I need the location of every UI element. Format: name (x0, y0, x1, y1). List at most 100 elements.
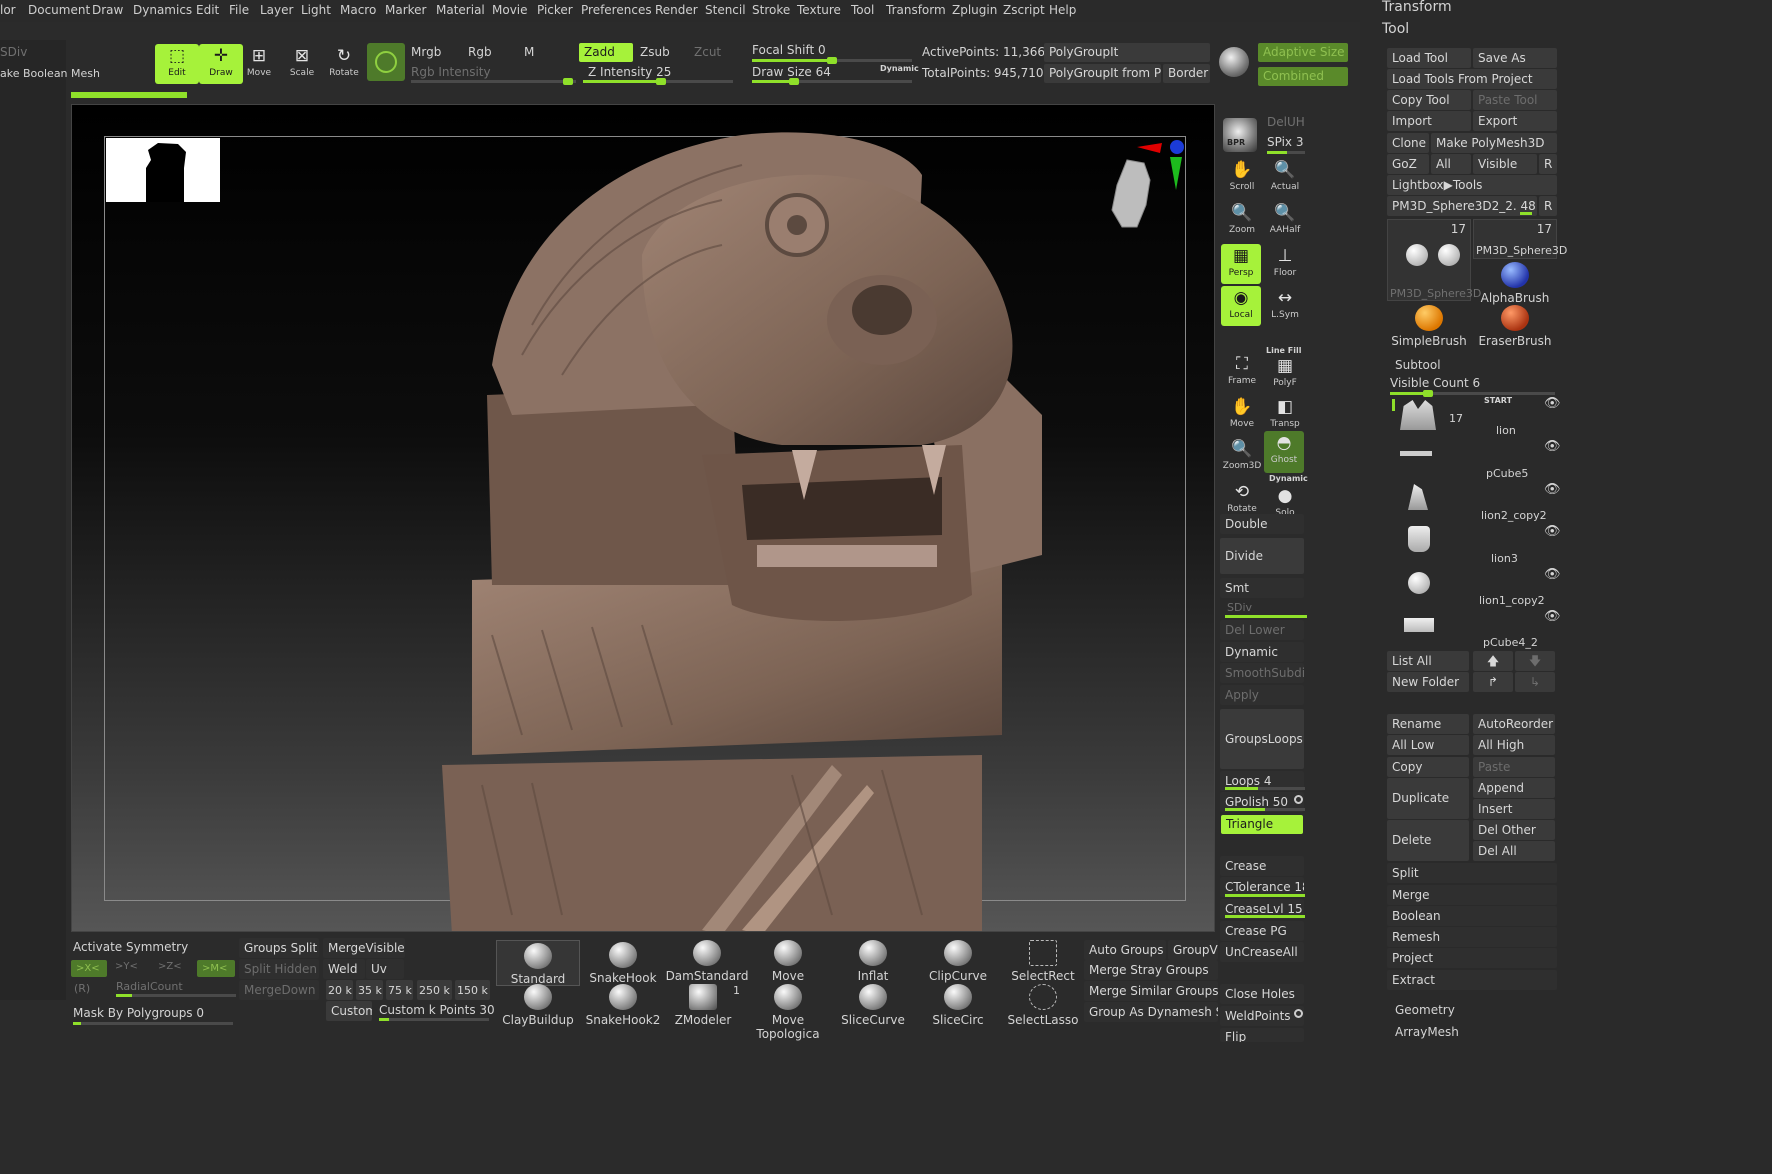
rename-button[interactable]: Rename (1387, 714, 1469, 734)
m-button[interactable]: M (524, 45, 534, 59)
lightbox-tools-button[interactable]: Lightbox▶Tools (1387, 175, 1557, 195)
document-canvas[interactable] (71, 104, 1215, 932)
brush-slicecurve[interactable]: SliceCurve (831, 982, 915, 1028)
menu-item-stroke[interactable]: Stroke (752, 3, 790, 17)
combined-button[interactable]: Combined (1258, 67, 1348, 86)
mask-by-polygroups-slider[interactable] (73, 1022, 233, 1025)
tool-thumb-2[interactable]: 17 PM3D_Sphere3D (1473, 219, 1567, 259)
draw-size-slider[interactable] (752, 78, 912, 85)
subtool-item-pcube4-2[interactable]: pCube4_2 (1483, 636, 1538, 649)
subtool-item-lion3[interactable]: lion3 (1491, 552, 1518, 565)
brush-move[interactable]: Move (746, 938, 830, 984)
focal-shift-slider[interactable] (752, 57, 912, 64)
menu-item-document[interactable]: Document (28, 3, 90, 17)
eye-icon[interactable]: 👁 (1544, 567, 1561, 582)
brush-damstandard[interactable]: DamStandard (665, 938, 749, 984)
lion3-subtool-thumb[interactable] (1408, 526, 1430, 552)
subtool-item-lion1-copy2[interactable]: lion1_copy2 (1479, 594, 1545, 607)
menu-item-edit[interactable]: Edit (196, 3, 219, 17)
triangle-button[interactable]: Triangle (1221, 815, 1303, 834)
decimate-250k-button[interactable]: 250 k (417, 980, 452, 1000)
divide-button[interactable]: Divide (1220, 538, 1304, 574)
export-button[interactable]: Export (1473, 111, 1557, 131)
double-button[interactable]: Double (1220, 514, 1304, 534)
zoom3d-button[interactable]: 🔍 Zoom3D (1220, 437, 1264, 477)
menu-item-draw[interactable]: Draw (92, 3, 123, 17)
symmetry-z-button[interactable]: >Z< (158, 961, 182, 972)
groupsloops-button[interactable]: GroupsLoops (1220, 709, 1304, 769)
sdiv-slider[interactable] (1225, 615, 1307, 618)
arrow-right-icon[interactable]: ↱ (1473, 672, 1513, 692)
menu-item-dynamics[interactable]: Dynamics (133, 3, 192, 17)
floor-button[interactable]: ⊥ Floor (1263, 244, 1307, 284)
lion1-copy2-subtool-thumb[interactable] (1408, 572, 1430, 594)
scroll-button[interactable]: ✋ Scroll (1220, 158, 1264, 198)
crease-pg-button[interactable]: Crease PG (1220, 921, 1304, 941)
eye-icon[interactable]: 👁 (1544, 524, 1561, 539)
new-folder-button[interactable]: New Folder (1387, 672, 1469, 692)
brush-slicecirc[interactable]: SliceCirc (916, 982, 1000, 1028)
merge-section[interactable]: Merge (1387, 885, 1557, 905)
clone-button[interactable]: Clone (1387, 133, 1429, 153)
tool-thumb-1[interactable]: 17 PM3D_Sphere3D (1387, 219, 1481, 301)
brush-move-topological[interactable]: Move Topologica (746, 982, 830, 1041)
polygroupit-from-paint-button[interactable]: PolyGroupIt from Paint (1044, 64, 1161, 83)
delete-button[interactable]: Delete (1387, 820, 1469, 861)
menu-item-stencil[interactable]: Stencil (705, 3, 746, 17)
menu-item-preferences[interactable]: Preferences (581, 3, 652, 17)
menu-item-help[interactable]: Help (1049, 3, 1076, 17)
menu-item-zplugin[interactable]: Zplugin (952, 3, 997, 17)
alphabrush-thumb[interactable]: AlphaBrush (1473, 260, 1557, 306)
current-tool-slider-track[interactable] (1520, 212, 1532, 215)
menu-item-marker[interactable]: Marker (385, 3, 426, 17)
del-lower-button[interactable]: Del Lower (1220, 620, 1304, 640)
eye-icon[interactable]: 👁 (1544, 609, 1561, 624)
geometry-section-title[interactable]: Geometry (1395, 1003, 1455, 1017)
brush-clipcurve[interactable]: ClipCurve (916, 938, 1000, 984)
yin-yang-icon[interactable] (1219, 47, 1249, 77)
eraserbrush-thumb[interactable]: EraserBrush (1473, 303, 1557, 349)
project-section[interactable]: Project (1387, 948, 1557, 968)
duplicate-button[interactable]: Duplicate (1387, 778, 1469, 819)
symmetry-x-button[interactable]: >X< (71, 960, 107, 977)
arrow-down-right-icon[interactable]: ↳ (1515, 672, 1555, 692)
make-polymesh3d-button[interactable]: Make PolyMesh3D (1431, 133, 1557, 153)
del-other-button[interactable]: Del Other (1473, 820, 1555, 840)
zsub-button[interactable]: Zsub (640, 45, 670, 59)
move-button[interactable]: ⊞ Move (237, 44, 281, 84)
deluh-button[interactable]: DelUH (1267, 115, 1305, 129)
transform-palette-title[interactable]: Transform (1382, 0, 1452, 15)
menu-item-color[interactable]: lor (0, 3, 16, 17)
subtool-item-lion[interactable]: lion (1496, 424, 1516, 437)
persp-button[interactable]: ▦ Persp (1221, 244, 1261, 284)
visible-count-slider[interactable] (1390, 390, 1555, 397)
decimate-20k-button[interactable]: 20 k (326, 980, 353, 1000)
del-all-button[interactable]: Del All (1473, 841, 1555, 861)
weldpoints-toggle-icon[interactable] (1294, 1009, 1303, 1018)
menu-item-texture[interactable]: Texture (797, 3, 841, 17)
border-button[interactable]: Border (1163, 64, 1210, 83)
weld-button[interactable]: Weld (323, 959, 365, 979)
import-button[interactable]: Import (1387, 111, 1471, 131)
lsym-button[interactable]: ↔ L.Sym (1263, 286, 1307, 326)
extract-section[interactable]: Extract (1387, 970, 1557, 990)
split-section[interactable]: Split (1387, 863, 1557, 883)
gpolish-slider-track[interactable] (1225, 808, 1305, 811)
menu-item-tool[interactable]: Tool (851, 3, 874, 17)
remesh-section[interactable]: Remesh (1387, 927, 1557, 947)
eye-icon[interactable]: 👁 (1544, 396, 1561, 411)
material-swatch-button[interactable] (367, 43, 405, 81)
z-intensity-slider[interactable] (583, 78, 733, 85)
decimate-35k-button[interactable]: 35 k (356, 980, 383, 1000)
brush-inflat[interactable]: Inflat (831, 938, 915, 984)
simplebrush-thumb[interactable]: SimpleBrush (1387, 303, 1471, 349)
brush-snakehook2[interactable]: SnakeHook2 (581, 982, 665, 1028)
adaptive-size-button[interactable]: Adaptive Size (1258, 43, 1348, 62)
menu-item-layer[interactable]: Layer (260, 3, 293, 17)
move-up-icon[interactable]: 🡅 (1473, 651, 1513, 671)
paste-tool-button[interactable]: Paste Tool (1473, 90, 1557, 110)
spix-slider[interactable] (1267, 151, 1305, 154)
ghost-button[interactable]: ◓ Ghost (1264, 431, 1304, 473)
goz-visible-button[interactable]: Visible (1473, 154, 1537, 174)
uv-button[interactable]: Uv (366, 959, 404, 979)
